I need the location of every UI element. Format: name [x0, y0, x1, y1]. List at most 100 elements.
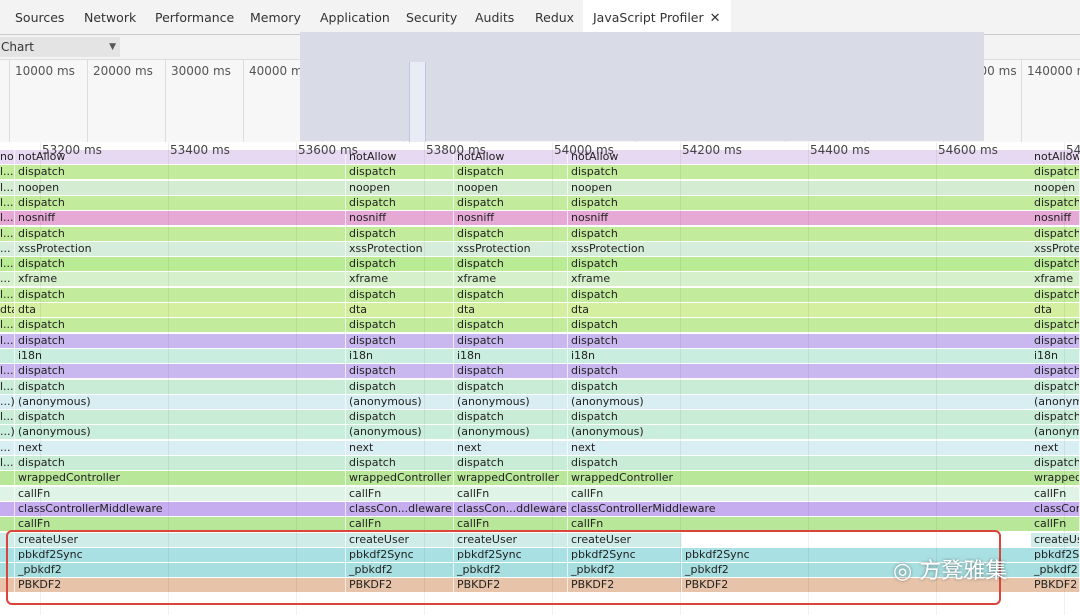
flame-frame[interactable]: noopen	[1031, 180, 1080, 195]
flame-frame[interactable]: dispatch	[568, 410, 1032, 425]
overview-selection-handle[interactable]	[409, 62, 426, 142]
flame-frame[interactable]: ...	[0, 272, 15, 287]
flame-frame[interactable]: l...	[0, 195, 15, 210]
flame-frame[interactable]: xssProtection	[454, 241, 568, 256]
flame-frame[interactable]: classCon...dleware	[346, 501, 454, 516]
tab-memory[interactable]: Memory	[250, 0, 301, 35]
flame-frame[interactable]: dispatch	[1031, 226, 1080, 241]
flame-frame[interactable]: l...	[0, 379, 15, 394]
flame-frame[interactable]: dta	[0, 303, 15, 317]
flame-frame[interactable]: classCon...ddleware	[454, 501, 568, 516]
flame-frame[interactable]: (anonymous)	[454, 425, 568, 440]
flame-frame[interactable]: dispatch	[346, 226, 454, 241]
flame-frame[interactable]: next	[1031, 440, 1080, 455]
flame-frame[interactable]: nosniff	[568, 211, 1032, 226]
flame-frame[interactable]: dispatch	[568, 226, 1032, 241]
flame-frame[interactable]: callFn	[346, 486, 454, 501]
flame-frame[interactable]: next	[568, 440, 1032, 455]
flame-frame[interactable]: dispatch	[454, 364, 568, 379]
flame-frame[interactable]: (anonymous)	[568, 394, 1032, 409]
flame-frame[interactable]: callFn	[1031, 517, 1080, 532]
flame-frame[interactable]: dispatch	[1031, 364, 1080, 379]
tab-javascript-profiler[interactable]: JavaScript Profiler ✕	[583, 0, 731, 35]
flame-frame[interactable]: ...)	[0, 394, 15, 409]
flame-frame[interactable]: pbkdf2Sync	[1031, 547, 1080, 562]
flame-frame[interactable]	[0, 348, 15, 363]
flame-frame[interactable]: dta	[346, 303, 454, 317]
flame-frame[interactable]: dispatch	[346, 318, 454, 333]
flame-frame[interactable]: dispatch	[454, 379, 568, 394]
flame-frame[interactable]: dta	[568, 303, 1032, 317]
flame-frame[interactable]: l...	[0, 410, 15, 425]
flame-frame[interactable]: dispatch	[1031, 287, 1080, 302]
flame-frame[interactable]: dispatch	[1031, 333, 1080, 348]
flame-frame[interactable]: xssProtection	[346, 241, 454, 256]
flame-frame[interactable]	[0, 471, 15, 486]
flame-frame[interactable]: next	[454, 440, 568, 455]
flame-frame[interactable]: dispatch	[568, 195, 1032, 210]
tab-performance[interactable]: Performance	[155, 0, 234, 35]
flame-frame[interactable]: (anonymous)	[454, 394, 568, 409]
flame-frame[interactable]: dispatch	[568, 456, 1032, 470]
tab-sources[interactable]: Sources	[15, 0, 64, 35]
flame-frame[interactable]: xframe	[1031, 272, 1080, 287]
flame-frame[interactable]: dispatch	[454, 195, 568, 210]
flame-frame[interactable]: dispatch	[568, 257, 1032, 272]
flame-frame[interactable]: l...	[0, 226, 15, 241]
flame-frame[interactable]: dispatch	[1031, 257, 1080, 272]
flame-frame[interactable]: l...	[0, 211, 15, 226]
flame-frame[interactable]: dispatch	[1031, 379, 1080, 394]
flame-frame[interactable]: dispatch	[568, 364, 1032, 379]
flame-frame[interactable]: dispatch	[346, 165, 454, 180]
tab-audits[interactable]: Audits	[475, 0, 514, 35]
flame-frame[interactable]: xframe	[454, 272, 568, 287]
flame-frame[interactable]: dispatch	[568, 333, 1032, 348]
flame-frame[interactable]: notAllow	[0, 150, 15, 164]
flame-frame[interactable]: noopen	[568, 180, 1032, 195]
flame-frame[interactable]: nosniff	[454, 211, 568, 226]
flame-frame[interactable]: ...)	[0, 425, 15, 440]
flame-frame[interactable]: next	[346, 440, 454, 455]
flame-frame[interactable]: dispatch	[1031, 318, 1080, 333]
flame-frame[interactable]: xframe	[568, 272, 1032, 287]
flame-frame[interactable]: l...	[0, 364, 15, 379]
tab-network[interactable]: Network	[84, 0, 136, 35]
flame-frame[interactable]: xssProtection	[1031, 241, 1080, 256]
flame-frame[interactable]: dispatch	[568, 318, 1032, 333]
flame-frame[interactable]: classControllerMiddleware	[1031, 501, 1080, 516]
flame-frame[interactable]: dispatch	[568, 165, 1032, 180]
flame-frame[interactable]: dispatch	[346, 410, 454, 425]
flame-frame[interactable]: dispatch	[1031, 456, 1080, 470]
flame-frame[interactable]	[0, 501, 15, 516]
flame-frame[interactable]: wrappedController	[454, 471, 568, 486]
flame-frame[interactable]: (anonymous)	[346, 425, 454, 440]
flame-frame[interactable]: ...	[0, 440, 15, 455]
flame-frame[interactable]: dispatch	[1031, 195, 1080, 210]
flame-frame[interactable]: dispatch	[454, 165, 568, 180]
flame-frame[interactable]: dispatch	[346, 257, 454, 272]
flame-frame[interactable]: PBKDF2	[1031, 578, 1080, 593]
flame-frame[interactable]: i18n	[346, 348, 454, 363]
flame-frame[interactable]: dispatch	[454, 333, 568, 348]
flame-frame[interactable]: dispatch	[454, 410, 568, 425]
flame-frame[interactable]: i18n	[568, 348, 1032, 363]
flame-frame[interactable]: dispatch	[454, 287, 568, 302]
flame-frame[interactable]: i18n	[1031, 348, 1080, 363]
flame-frame[interactable]: l...	[0, 257, 15, 272]
flame-frame[interactable]: noopen	[454, 180, 568, 195]
flame-frame[interactable]: _pbkdf2	[1031, 563, 1080, 578]
flame-frame[interactable]: dispatch	[346, 333, 454, 348]
flame-frame[interactable]: ...	[0, 241, 15, 256]
flame-frame[interactable]: xssProtection	[568, 241, 1032, 256]
flame-frame[interactable]: dispatch	[568, 287, 1032, 302]
flame-frame[interactable]: dispatch	[346, 287, 454, 302]
flame-frame[interactable]: nosniff	[346, 211, 454, 226]
flame-frame[interactable]: (anonymous)	[568, 425, 1032, 440]
flame-frame[interactable]: dispatch	[454, 226, 568, 241]
close-icon[interactable]: ✕	[710, 11, 721, 26]
flame-frame[interactable]: dispatch	[346, 364, 454, 379]
flame-frame[interactable]: dispatch	[454, 257, 568, 272]
tab-redux[interactable]: Redux	[535, 0, 574, 35]
flame-frame[interactable]: i18n	[454, 348, 568, 363]
tab-security[interactable]: Security	[406, 0, 457, 35]
